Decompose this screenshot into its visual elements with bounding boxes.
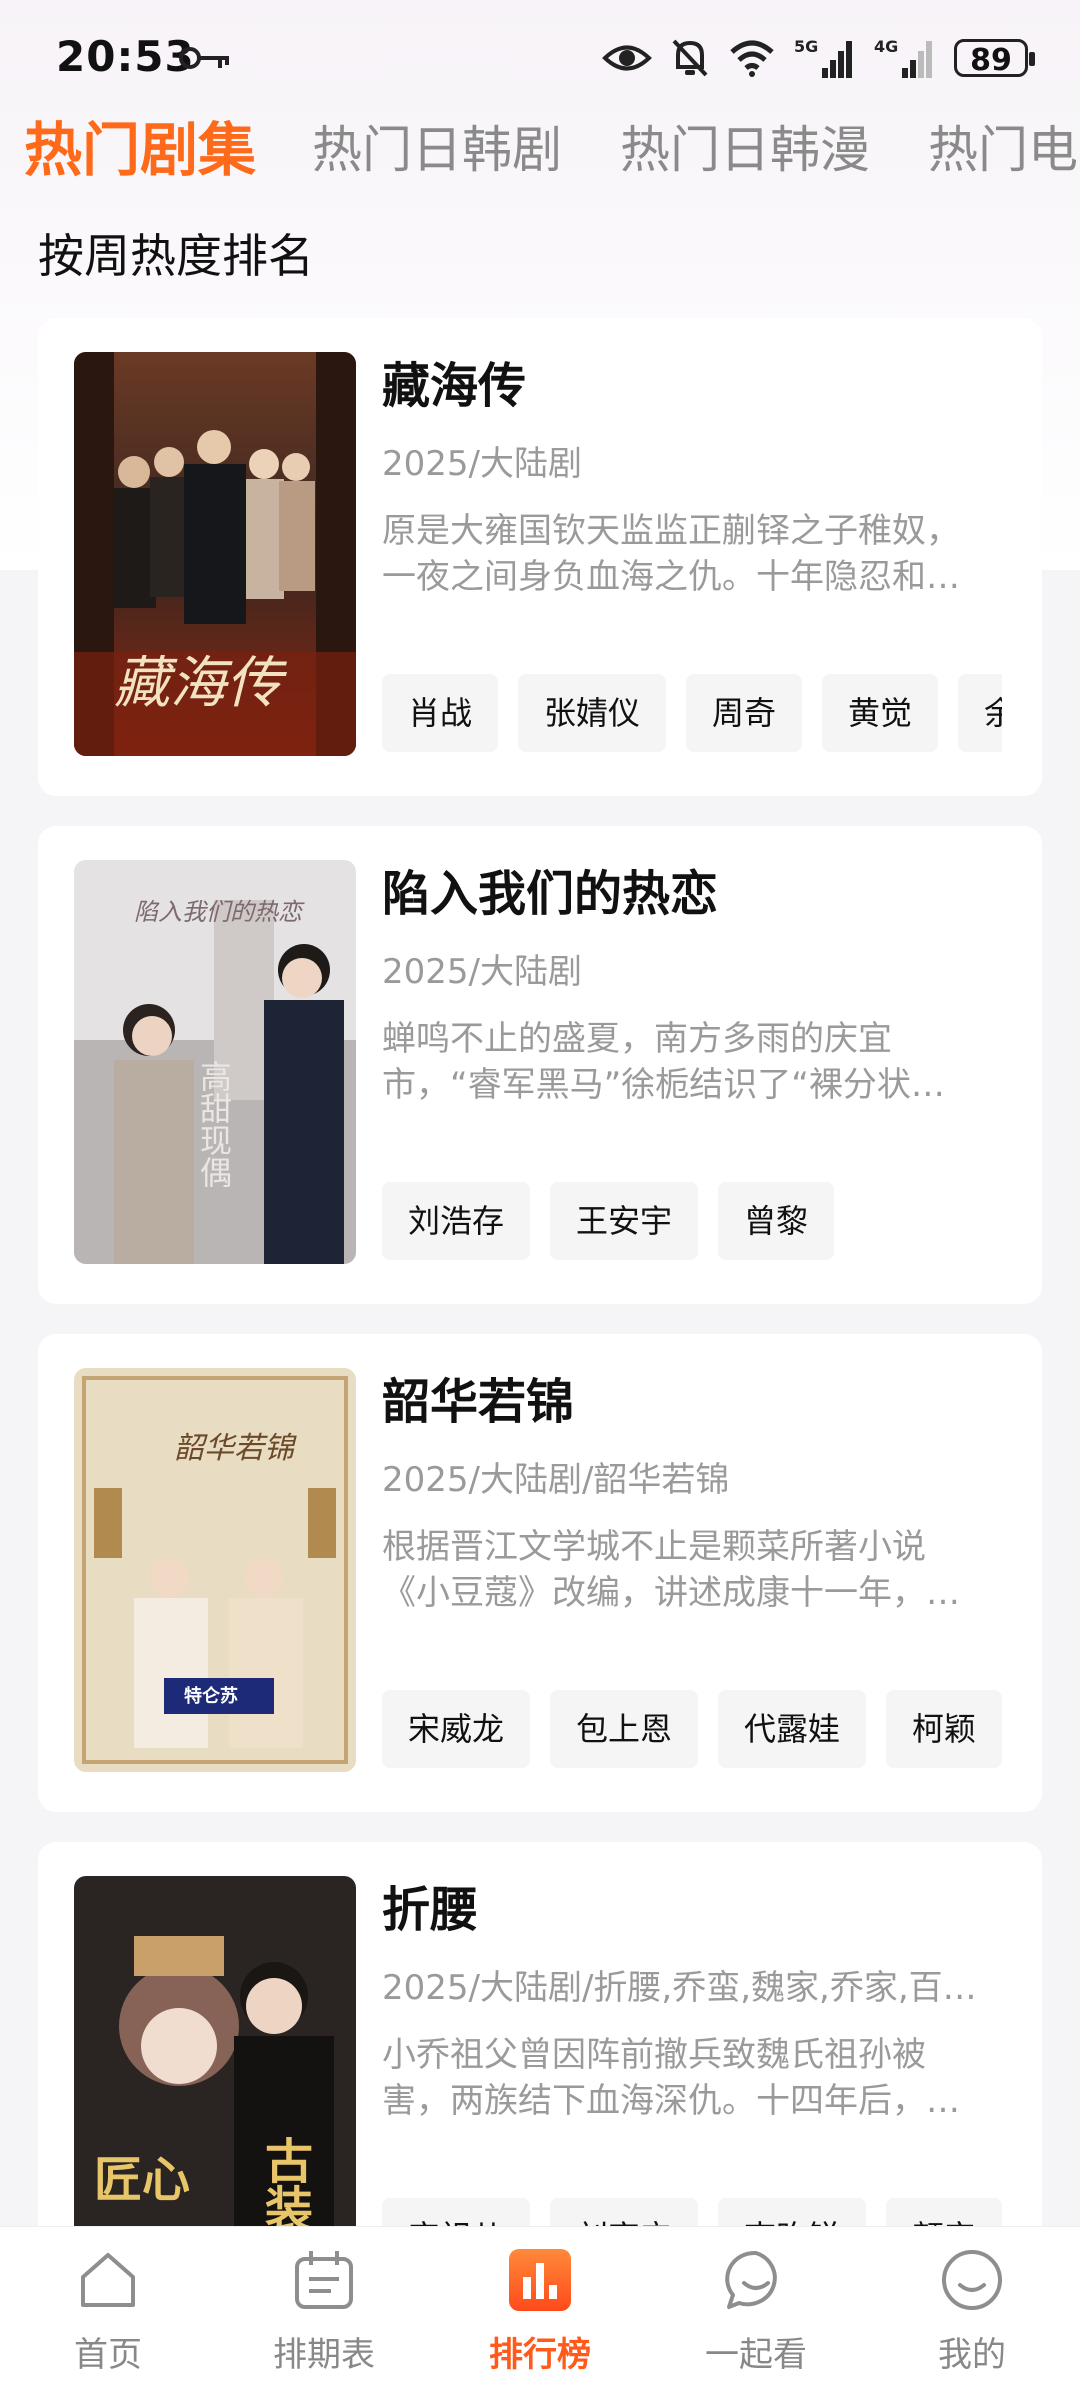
signal-4g-icon: 4G (874, 37, 932, 78)
nav-home[interactable]: 首页 (0, 2227, 216, 2389)
cast-chip[interactable]: 柯颖 (886, 1690, 1002, 1768)
cast-chip[interactable]: 黄觉 (822, 674, 939, 752)
ranking-subtitle: 按周热度排名 (38, 229, 314, 283)
cast-chip[interactable]: 张婧仪 (518, 674, 667, 752)
cast-chip[interactable]: 王安宇 (550, 1182, 699, 1260)
signal-5g-icon: 5G (794, 37, 852, 78)
status-bar: 20:53 5G 4G 89 (0, 0, 1080, 120)
cast-chip[interactable]: 曾黎 (718, 1182, 835, 1260)
drama-card[interactable]: 藏海传 藏海传 2025/大陆剧 原是大雍国钦天监监正蒯铎之子稚奴，一夜之间身负… (38, 318, 1042, 796)
cast-chip[interactable]: 代露娃 (718, 1690, 867, 1768)
tab-hot-jk-drama[interactable]: 热门日韩剧 (312, 110, 562, 190)
poster-image[interactable]: 特仑苏 韶华若锦 (74, 1368, 356, 1772)
svg-text:古装: 古装 (256, 2136, 313, 2232)
home-icon (81, 2253, 135, 2307)
smile-icon (942, 2250, 1002, 2310)
cast-list: 刘浩存 王安宇 曾黎 (382, 1182, 1002, 1262)
nav-ranking[interactable]: 排行榜 (432, 2227, 648, 2389)
drama-description: 蝉鸣不止的盛夏，南方多雨的庆宜市，“睿军黑马”徐栀结识了“裸分状… (382, 1019, 945, 1105)
tab-hot-series[interactable]: 热门剧集 (24, 110, 256, 190)
cast-chip[interactable]: 肖战 (382, 674, 499, 752)
nav-label: 首页 (74, 2335, 142, 2375)
nav-label: 排期表 (273, 2335, 375, 2375)
drama-description: 小乔祖父曾因阵前撤兵致魏氏祖孙被害，两族结下血海深仇。十四年后，… (382, 2035, 960, 2121)
key-icon (179, 47, 229, 69)
drama-meta: 2025/大陆剧/韶华若锦 (382, 1460, 730, 1500)
svg-text:韶华若锦: 韶华若锦 (174, 1431, 297, 1466)
battery-indicator: 89 (954, 39, 1035, 78)
status-time: 20:53 (56, 32, 195, 81)
svg-text:陷入我们的热恋: 陷入我们的热恋 (134, 898, 305, 926)
svg-text:4G: 4G (874, 37, 898, 56)
tab-hot-movies[interactable]: 热门电影 (928, 110, 1080, 190)
nav-label: 一起看 (705, 2335, 807, 2375)
drama-meta: 2025/大陆剧/折腰,乔蛮,魏家,乔家,百… (382, 1968, 977, 2008)
svg-text:高甜现偶: 高甜现偶 (195, 1060, 233, 1188)
eye-icon (602, 45, 652, 71)
drama-meta: 2025/大陆剧 (382, 444, 582, 484)
nav-schedule[interactable]: 排期表 (216, 2227, 432, 2389)
cast-list: 肖战 张婧仪 周奇 黄觉余 (382, 674, 1002, 754)
poster-image[interactable]: 高甜现偶 陷入我们的热恋 (74, 860, 356, 1264)
drama-card[interactable]: 特仑苏 韶华若锦 韶华若锦 2025/大陆剧/韶华若锦 根据晋江文学城不止是颗菜… (38, 1334, 1042, 1812)
svg-text:特仑苏: 特仑苏 (184, 1685, 238, 1707)
tab-hot-jk-anime[interactable]: 热门日韩漫 (620, 110, 870, 190)
drama-description: 原是大雍国钦天监监正蒯铎之子稚奴，一夜之间身负血海之仇。十年隐忍和… (382, 511, 960, 597)
nav-label: 排行榜 (489, 2335, 591, 2375)
drama-card[interactable]: 高甜现偶 陷入我们的热恋 陷入我们的热恋 2025/大陆剧 蝉鸣不止的盛夏，南方… (38, 826, 1042, 1304)
poster-image[interactable]: 藏海传 (74, 352, 356, 756)
drama-title[interactable]: 韶华若锦 (382, 1362, 574, 1432)
cast-chip[interactable]: 宋威龙 (382, 1690, 531, 1768)
chart-icon (509, 2249, 571, 2311)
cast-chip[interactable]: 刘浩存 (382, 1182, 531, 1260)
drama-description: 根据晋江文学城不止是颗菜所著小说《小豆蔻》改编，讲述成康十一年，… (382, 1527, 960, 1613)
bell-off-icon (672, 39, 708, 77)
wifi-icon (730, 40, 774, 77)
cast-chip[interactable]: 周奇 (686, 674, 803, 752)
drama-title[interactable]: 藏海传 (382, 346, 526, 416)
nav-watch-together[interactable]: 一起看 (648, 2227, 864, 2389)
chat-icon (725, 2250, 777, 2309)
drama-title[interactable]: 陷入我们的热恋 (382, 854, 718, 924)
poster-image[interactable]: 匠心 古装 折腰 (74, 1876, 356, 2280)
cast-chip[interactable]: 余 (958, 674, 1002, 752)
bottom-navigation: 首页 排期表 排行榜 一起看 我的 (0, 2226, 1080, 2389)
calendar-icon (295, 2251, 353, 2309)
cast-list: 宋威龙 包上恩 代露娃 柯颖 (382, 1690, 1002, 1770)
nav-label: 我的 (938, 2335, 1006, 2375)
svg-text:5G: 5G (794, 37, 818, 56)
category-tabs: 热门剧集 热门日韩剧 热门日韩漫 热门电影 (0, 110, 1080, 190)
drama-meta: 2025/大陆剧 (382, 952, 582, 992)
drama-title[interactable]: 折腰 (382, 1870, 478, 1940)
status-icons: 5G 4G 89 (602, 30, 1035, 86)
nav-profile[interactable]: 我的 (864, 2227, 1080, 2389)
svg-text:藏海传: 藏海传 (114, 651, 287, 716)
cast-chip[interactable]: 包上恩 (550, 1690, 699, 1768)
svg-text:匠心: 匠心 (94, 2152, 190, 2208)
